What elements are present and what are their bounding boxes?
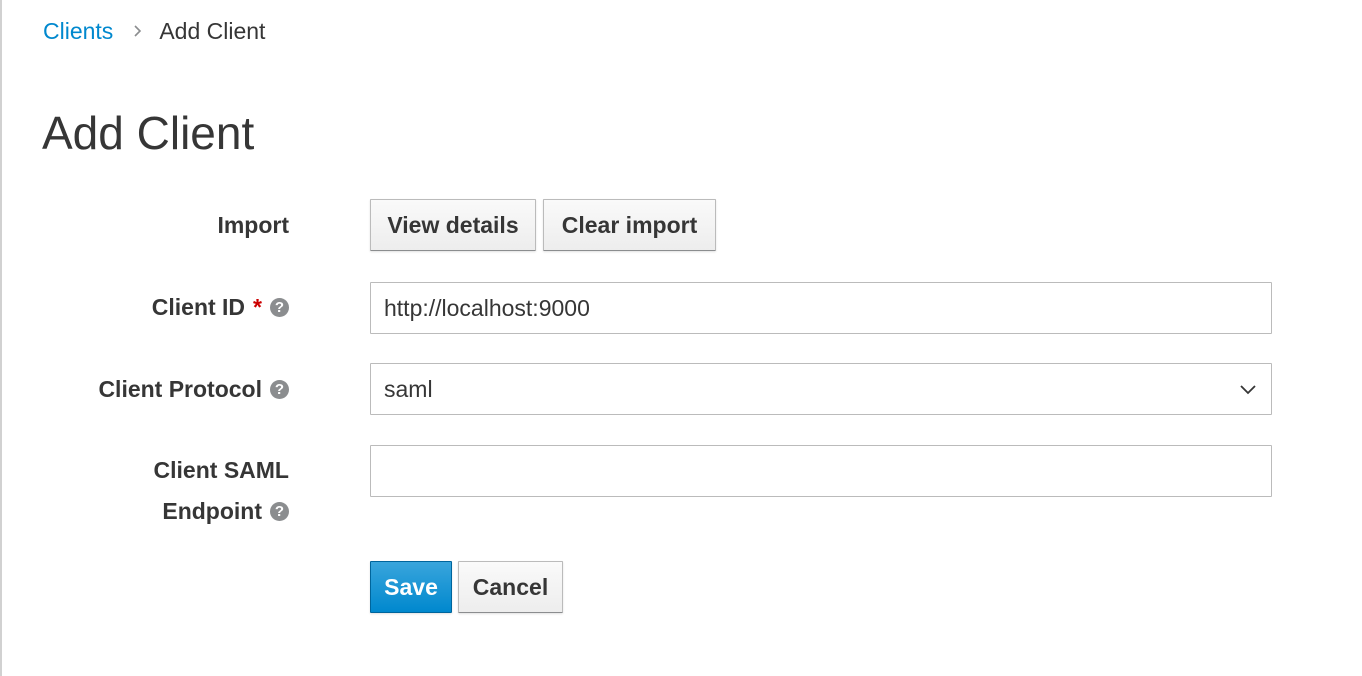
- help-icon[interactable]: ?: [270, 297, 289, 317]
- breadcrumb-current: Add Client: [159, 17, 266, 44]
- chevron-down-icon: [1238, 379, 1258, 399]
- breadcrumb-link-clients[interactable]: Clients: [43, 18, 113, 45]
- client-id-label-text: Client ID: [151, 293, 246, 320]
- chevron-right-icon: [133, 24, 143, 38]
- client-protocol-label-text: Client Protocol: [98, 375, 262, 402]
- save-button[interactable]: Save: [370, 561, 452, 613]
- import-label-text: Import: [217, 211, 289, 238]
- client-id-input[interactable]: [370, 282, 1272, 334]
- cancel-button[interactable]: Cancel: [458, 561, 563, 613]
- client-id-label: Client ID * ?: [152, 292, 289, 322]
- client-protocol-label: Client Protocol ?: [98, 374, 289, 404]
- client-saml-endpoint-label-text1: Client SAML: [153, 456, 289, 483]
- client-protocol-value: saml: [384, 375, 433, 402]
- client-saml-endpoint-label-line2: Endpoint ?: [162, 496, 289, 526]
- client-saml-endpoint-label-line1: Client SAML: [154, 455, 289, 485]
- clear-import-button[interactable]: Clear import: [543, 199, 716, 251]
- client-saml-endpoint-input[interactable]: [370, 445, 1272, 497]
- left-border: [0, 0, 2, 676]
- page-title: Add Client: [42, 107, 255, 159]
- required-indicator: *: [253, 293, 262, 320]
- client-protocol-select[interactable]: saml: [370, 363, 1272, 415]
- view-details-button[interactable]: View details: [370, 199, 536, 251]
- breadcrumb: Clients Add Client: [43, 16, 265, 46]
- help-icon[interactable]: ?: [270, 501, 289, 521]
- client-saml-endpoint-label-text2: Endpoint: [162, 497, 262, 524]
- import-label: Import: [217, 210, 289, 240]
- help-icon[interactable]: ?: [270, 379, 289, 399]
